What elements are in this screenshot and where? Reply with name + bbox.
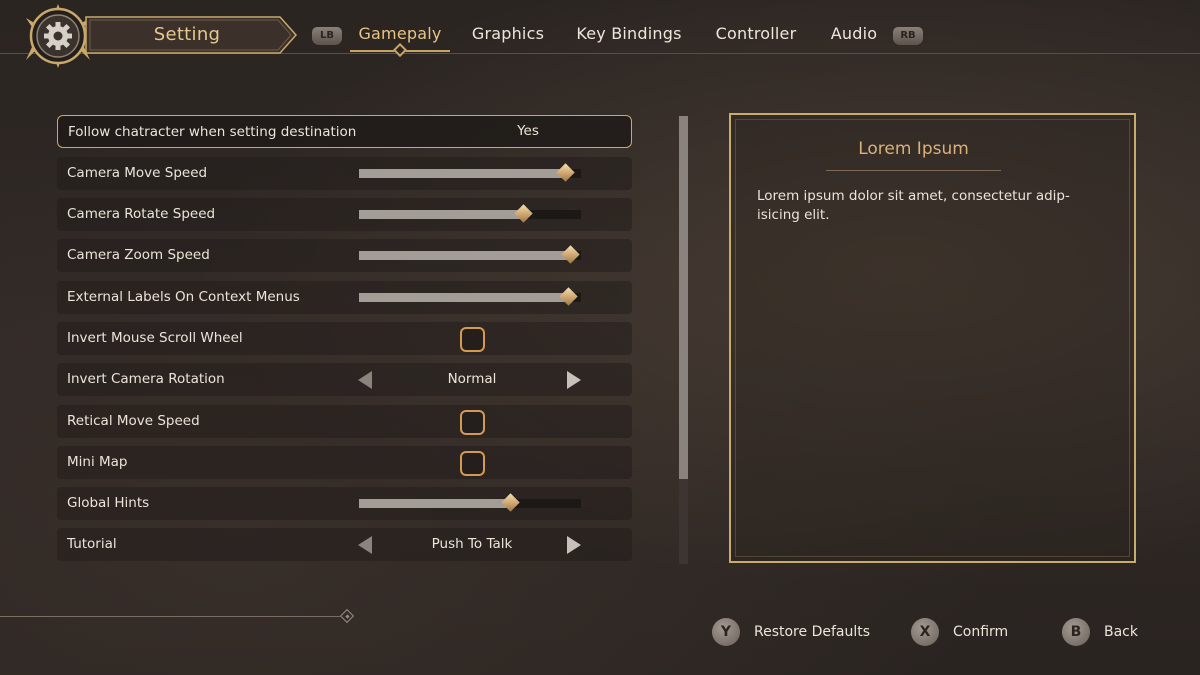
setting-row-external-labels[interactable]: External Labels On Context Menus xyxy=(57,281,632,314)
slider-handle-icon[interactable] xyxy=(556,163,575,182)
invert-camera-rotation-value: Normal xyxy=(447,371,497,387)
rb-bumper-icon[interactable]: RB xyxy=(893,27,923,45)
slider-fill xyxy=(359,293,568,302)
slider-fill xyxy=(359,210,523,219)
setting-row-camera-rotate-speed[interactable]: Camera Rotate Speed xyxy=(57,198,632,231)
tab-controller[interactable]: Controller xyxy=(708,20,804,50)
setting-row-global-hints[interactable]: Global Hints xyxy=(57,487,632,520)
global-hints-slider[interactable] xyxy=(359,493,581,512)
setting-row-follow-character[interactable]: Follow chatracter when setting destinati… xyxy=(57,115,632,148)
arrow-left-icon[interactable] xyxy=(358,536,372,554)
arrow-left-icon[interactable] xyxy=(358,371,372,389)
b-button-icon: B xyxy=(1062,618,1090,646)
page-title: Setting xyxy=(153,24,221,45)
setting-row-camera-zoom-speed[interactable]: Camera Zoom Speed xyxy=(57,239,632,272)
restore-defaults-label: Restore Defaults xyxy=(754,624,871,640)
setting-label: Invert Mouse Scroll Wheel xyxy=(67,330,243,346)
setting-label: Invert Camera Rotation xyxy=(67,371,225,387)
setting-row-mini-map[interactable]: Mini Map xyxy=(57,446,632,479)
setting-label: Tutorial xyxy=(67,536,117,552)
y-button-icon: Y xyxy=(712,618,740,646)
confirm-button[interactable]: X Confirm xyxy=(911,618,1021,648)
camera-rotate-speed-slider[interactable] xyxy=(359,204,581,223)
description-title: Lorem Ipsum xyxy=(858,139,969,159)
title-divider xyxy=(826,170,1001,171)
setting-row-tutorial[interactable]: Tutorial Push To Talk xyxy=(57,528,632,561)
retical-move-speed-checkbox[interactable] xyxy=(460,410,485,435)
setting-row-camera-move-speed[interactable]: Camera Move Speed xyxy=(57,157,632,190)
slider-fill xyxy=(359,169,565,178)
setting-label: Mini Map xyxy=(67,454,128,470)
footer-divider xyxy=(0,616,340,617)
setting-label: Camera Rotate Speed xyxy=(67,206,216,222)
page-title-plate: Setting xyxy=(72,16,298,54)
slider-handle-icon[interactable] xyxy=(559,287,578,306)
slider-handle-icon[interactable] xyxy=(501,493,520,512)
setting-label: External Labels On Context Menus xyxy=(67,289,300,305)
setting-label: Camera Move Speed xyxy=(67,165,208,181)
camera-zoom-speed-slider[interactable] xyxy=(359,245,581,264)
invert-mouse-scroll-checkbox[interactable] xyxy=(460,327,485,352)
slider-handle-icon[interactable] xyxy=(561,245,580,264)
mini-map-checkbox[interactable] xyxy=(460,451,485,476)
setting-row-retical-move-speed[interactable]: Retical Move Speed xyxy=(57,405,632,438)
setting-label: Follow chatracter when setting destinati… xyxy=(68,124,357,140)
arrow-right-icon[interactable] xyxy=(567,371,581,389)
slider-handle-icon[interactable] xyxy=(514,204,533,223)
tab-key-bindings[interactable]: Key Bindings xyxy=(570,20,688,50)
slider-fill xyxy=(359,251,570,260)
description-body: Lorem ipsum dolor sit amet, consectetur … xyxy=(757,188,1070,223)
tutorial-value: Push To Talk xyxy=(431,536,513,552)
setting-value: Yes xyxy=(517,123,539,139)
scrollbar-thumb[interactable] xyxy=(679,116,688,479)
tab-graphics[interactable]: Graphics xyxy=(465,20,551,50)
setting-label: Camera Zoom Speed xyxy=(67,247,210,263)
arrow-right-icon[interactable] xyxy=(567,536,581,554)
external-labels-slider[interactable] xyxy=(359,287,581,306)
restore-defaults-button[interactable]: Y Restore Defaults xyxy=(712,618,872,648)
back-label: Back xyxy=(1104,624,1138,640)
setting-label: Retical Move Speed xyxy=(67,413,200,429)
confirm-label: Confirm xyxy=(953,624,1009,640)
setting-label: Global Hints xyxy=(67,495,150,511)
lb-bumper-icon[interactable]: LB xyxy=(312,27,342,45)
settings-scrollbar[interactable] xyxy=(679,116,688,564)
setting-row-invert-camera-rotation[interactable]: Invert Camera Rotation Normal xyxy=(57,363,632,396)
tab-audio[interactable]: Audio xyxy=(824,20,884,50)
back-button[interactable]: B Back xyxy=(1062,618,1152,648)
description-panel: Lorem Ipsum Lorem ipsum dolor sit amet, … xyxy=(729,113,1136,563)
setting-row-invert-mouse-scroll[interactable]: Invert Mouse Scroll Wheel xyxy=(57,322,632,355)
camera-move-speed-slider[interactable] xyxy=(359,163,581,182)
slider-fill xyxy=(359,499,510,508)
x-button-icon: X xyxy=(911,618,939,646)
top-bar: Setting LB Gamepaly Graphics Key Binding… xyxy=(0,0,1200,68)
